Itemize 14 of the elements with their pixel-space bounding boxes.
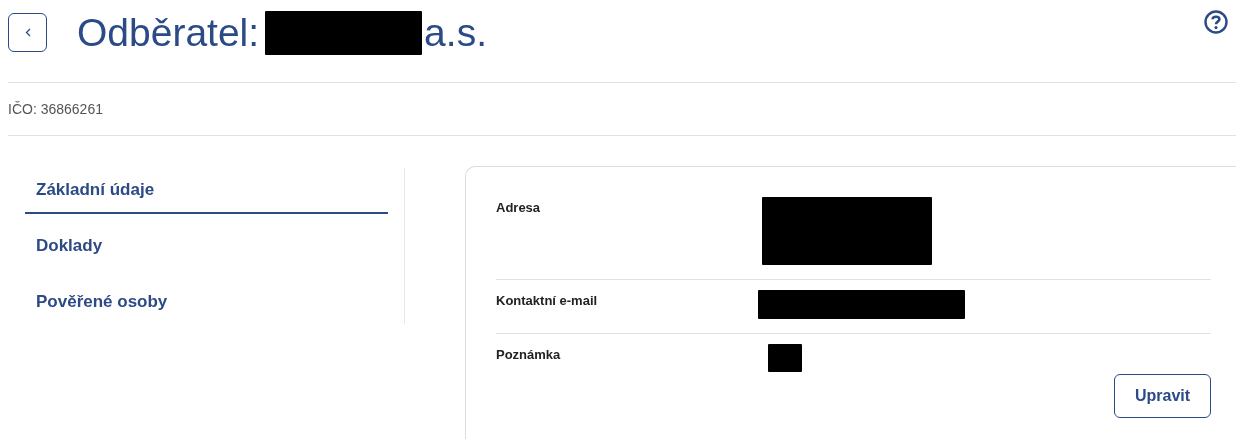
company-id: IČO: 36866261: [8, 101, 104, 119]
redaction-block: [768, 344, 802, 372]
sidebar-tab[interactable]: Základní údaje: [25, 168, 388, 214]
sidebar-tab[interactable]: Pověřené osoby: [25, 280, 388, 326]
page-title-suffix: a.s.: [424, 11, 487, 55]
sidebar-tab[interactable]: Doklady: [25, 224, 388, 270]
back-button[interactable]: [8, 12, 47, 52]
edit-button[interactable]: Upravit: [1114, 374, 1211, 418]
page-title: Odběratel:: [77, 11, 260, 55]
field-label: Kontaktní e-mail: [496, 292, 599, 308]
field-label: Poznámka: [496, 346, 562, 362]
help-icon[interactable]: [1204, 10, 1228, 34]
field-label: Adresa: [496, 199, 542, 215]
chevron-left-icon: [24, 27, 31, 37]
